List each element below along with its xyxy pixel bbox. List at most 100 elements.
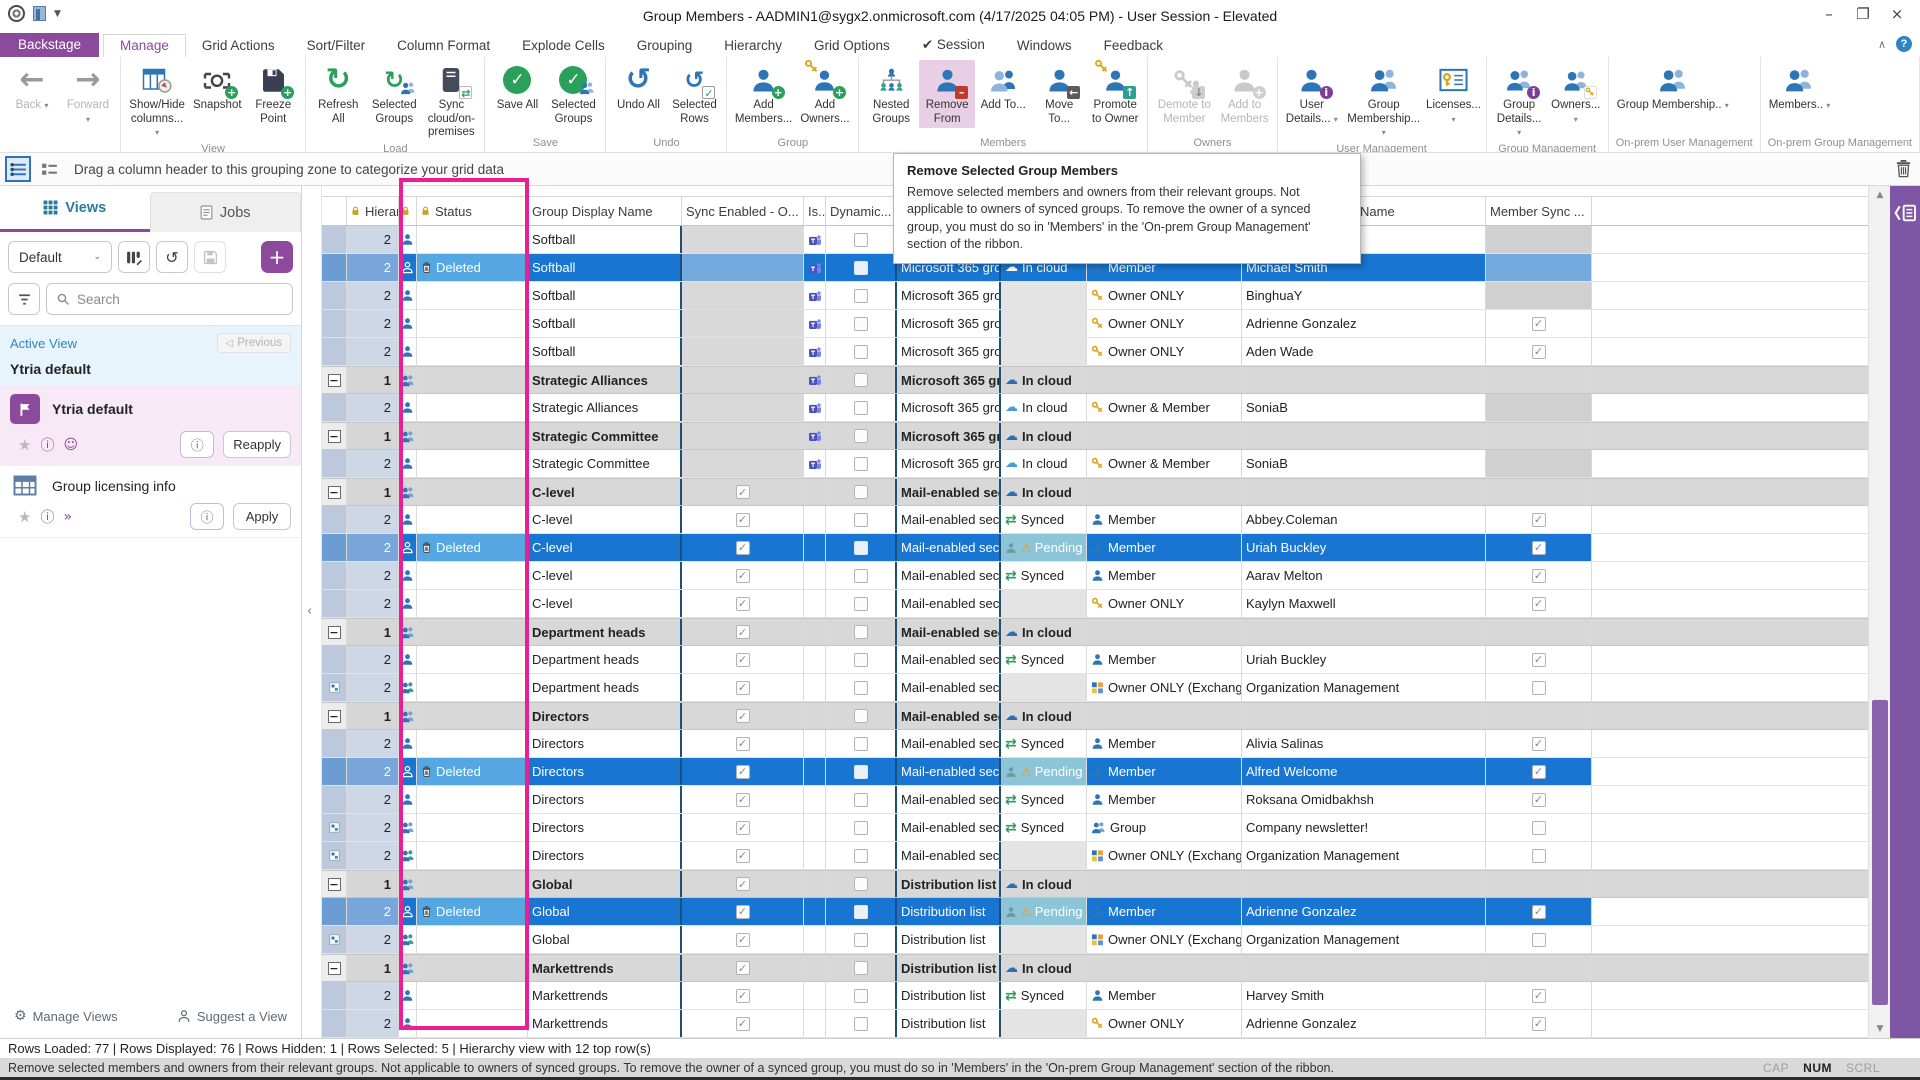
checkbox[interactable] [854, 961, 868, 975]
ribbon-tab-sort-filter[interactable]: Sort/Filter [291, 35, 382, 57]
checkbox[interactable]: ✓ [736, 597, 750, 611]
checkbox[interactable]: ✓ [1532, 597, 1546, 611]
checkbox[interactable]: ✓ [1532, 345, 1546, 359]
collapse-group-icon[interactable]: − [328, 878, 341, 891]
edit-columns-button[interactable] [118, 241, 150, 273]
checkbox[interactable]: ✓ [736, 485, 750, 499]
ribbon-tab-windows[interactable]: Windows [1001, 35, 1088, 57]
add-to-button[interactable]: Add To... [975, 60, 1031, 115]
checkbox[interactable] [854, 457, 868, 471]
table-row[interactable]: 2SoftballMicrosoft 365 groupOwner ONLYAd… [322, 338, 1868, 366]
ribbon-tab-feedback[interactable]: Feedback [1088, 35, 1179, 57]
open-panel-icon[interactable] [1893, 202, 1917, 229]
group-membership-button[interactable]: Group Membership.. ▾ [1613, 60, 1733, 115]
checkbox[interactable] [854, 737, 868, 751]
checkbox[interactable]: ✓ [736, 709, 750, 723]
sidebar-collapse-strip[interactable]: ‹ [302, 186, 322, 1038]
view-info-button[interactable]: ⓘ [190, 503, 224, 530]
collapse-group-icon[interactable]: − [328, 486, 341, 499]
star-icon[interactable]: ★ [18, 436, 31, 454]
group-details-button[interactable]: iGroup Details... ▾ [1491, 60, 1548, 142]
checkbox[interactable] [854, 793, 868, 807]
checkbox[interactable]: ✓ [736, 849, 750, 863]
checkbox[interactable] [854, 233, 868, 247]
checkbox[interactable]: ✓ [1532, 569, 1546, 583]
table-row[interactable]: 2Strategic CommitteeMicrosoft 365 group☁… [322, 450, 1868, 478]
ribbon-tab-backstage[interactable]: Backstage [0, 33, 99, 57]
checkbox[interactable] [854, 765, 868, 779]
collapse-ribbon-icon[interactable]: ∧ [1878, 38, 1886, 51]
vertical-scrollbar[interactable]: ▲ ▼ [1868, 186, 1890, 1038]
checkbox[interactable] [854, 849, 868, 863]
tab-views[interactable]: Views [0, 186, 150, 232]
snapshot-button[interactable]: +Snapshot [189, 60, 245, 115]
collapse-group-icon[interactable]: − [328, 710, 341, 723]
ribbon-tab-grid-options[interactable]: Grid Options [798, 35, 906, 57]
checkbox[interactable] [854, 401, 868, 415]
add-owners-button[interactable]: +Add Owners... [796, 60, 854, 128]
checkbox[interactable] [854, 597, 868, 611]
table-row[interactable]: −1Strategic AlliancesMicrosoft 365 group… [322, 366, 1868, 394]
column-header-status[interactable]: Status [417, 197, 528, 225]
table-row[interactable]: 2C-level✓Mail-enabled securityOwner ONLY… [322, 590, 1868, 618]
apply-button[interactable]: Apply [233, 503, 291, 530]
table-row[interactable]: 2Markettrends✓Distribution listOwner ONL… [322, 1010, 1868, 1038]
table-row[interactable]: −1Directors✓Mail-enabled security☁In clo… [322, 702, 1868, 730]
licenses-button[interactable]: Licenses... ▾ [1426, 60, 1482, 128]
search-input[interactable]: Search [46, 283, 293, 315]
filter-button[interactable] [8, 283, 40, 315]
table-row[interactable]: 2Department heads✓Mail-enabled securityO… [322, 674, 1868, 702]
checkbox[interactable]: ✓ [736, 541, 750, 555]
info-circle-icon[interactable]: ⓘ [40, 435, 54, 455]
close-button[interactable]: × [1880, 0, 1914, 28]
ribbon-tab-hierarchy[interactable]: Hierarchy [708, 35, 798, 57]
view-item-group-licensing-info[interactable]: Group licensing info ★ ⓘ» ⓘ Apply [0, 466, 301, 538]
checkbox[interactable]: ✓ [736, 737, 750, 751]
info-circle-icon[interactable]: ⓘ [40, 507, 54, 527]
checkbox[interactable] [854, 569, 868, 583]
view-info-button[interactable]: ⓘ [180, 431, 214, 458]
checkbox[interactable]: ✓ [1532, 765, 1546, 779]
trash-icon[interactable] [1895, 159, 1912, 183]
reapply-button[interactable]: Reapply [223, 431, 291, 458]
table-row[interactable]: 2Directors✓Mail-enabled security⇄SyncedG… [322, 814, 1868, 842]
column-header-member-sync[interactable]: Member Sync ... [1486, 197, 1592, 225]
minimize-button[interactable]: – [1812, 0, 1846, 28]
collapse-group-icon[interactable]: − [328, 374, 341, 387]
save-all-button[interactable]: ✓Save All [489, 60, 545, 115]
checkbox[interactable] [854, 933, 868, 947]
ribbon-tab-grouping[interactable]: Grouping [621, 35, 709, 57]
checkbox[interactable]: ✓ [1532, 737, 1546, 751]
table-row[interactable]: 2Directors✓Mail-enabled securityOwner ON… [322, 842, 1868, 870]
collapse-group-icon[interactable]: − [328, 962, 341, 975]
checkbox[interactable] [854, 541, 868, 555]
view-item-ytria-default[interactable]: Ytria default ★ ⓘ☺ ⓘ Reapply [0, 385, 301, 466]
add-view-button[interactable]: + [261, 241, 293, 273]
demote-to-member-button[interactable]: ↓Demote to Member [1152, 60, 1216, 128]
add-members-button[interactable]: +Add Members... [731, 60, 795, 128]
members-button[interactable]: Members.. ▾ [1765, 60, 1835, 115]
checkbox[interactable]: ✓ [1532, 653, 1546, 667]
selected-groups-button[interactable]: ✓Selected Groups [545, 60, 601, 128]
back-button[interactable]: ←Back ▾ [4, 60, 60, 115]
checkbox[interactable]: ✓ [736, 989, 750, 1003]
star-icon[interactable]: ★ [18, 508, 31, 526]
reset-view-button[interactable]: ↺ [156, 241, 188, 273]
scroll-down-icon[interactable]: ▼ [1869, 1020, 1891, 1038]
checkbox[interactable] [854, 485, 868, 499]
column-header-group-display-name[interactable]: Group Display Name [528, 197, 682, 225]
table-row[interactable]: −1Markettrends✓Distribution list☁In clou… [322, 954, 1868, 982]
checkbox[interactable]: ✓ [736, 877, 750, 891]
help-icon[interactable]: ? [1896, 36, 1912, 52]
checkbox[interactable]: ✓ [736, 905, 750, 919]
checkbox[interactable]: ✓ [736, 653, 750, 667]
column-header-dynamic[interactable]: Dynamic... [826, 197, 897, 225]
table-row[interactable]: 2Directors✓Mail-enabled security⇄SyncedM… [322, 730, 1868, 758]
checkbox[interactable] [854, 653, 868, 667]
ribbon-tab-grid-actions[interactable]: Grid Actions [186, 35, 291, 57]
tab-jobs[interactable]: Jobs [150, 192, 302, 232]
table-row[interactable]: 2DeletedGlobal✓Distribution list⚠Pending… [322, 898, 1868, 926]
collapse-group-icon[interactable]: − [328, 626, 341, 639]
checkbox[interactable]: ✓ [736, 625, 750, 639]
selected-rows-button[interactable]: ↺✓Selected Rows [666, 60, 722, 128]
